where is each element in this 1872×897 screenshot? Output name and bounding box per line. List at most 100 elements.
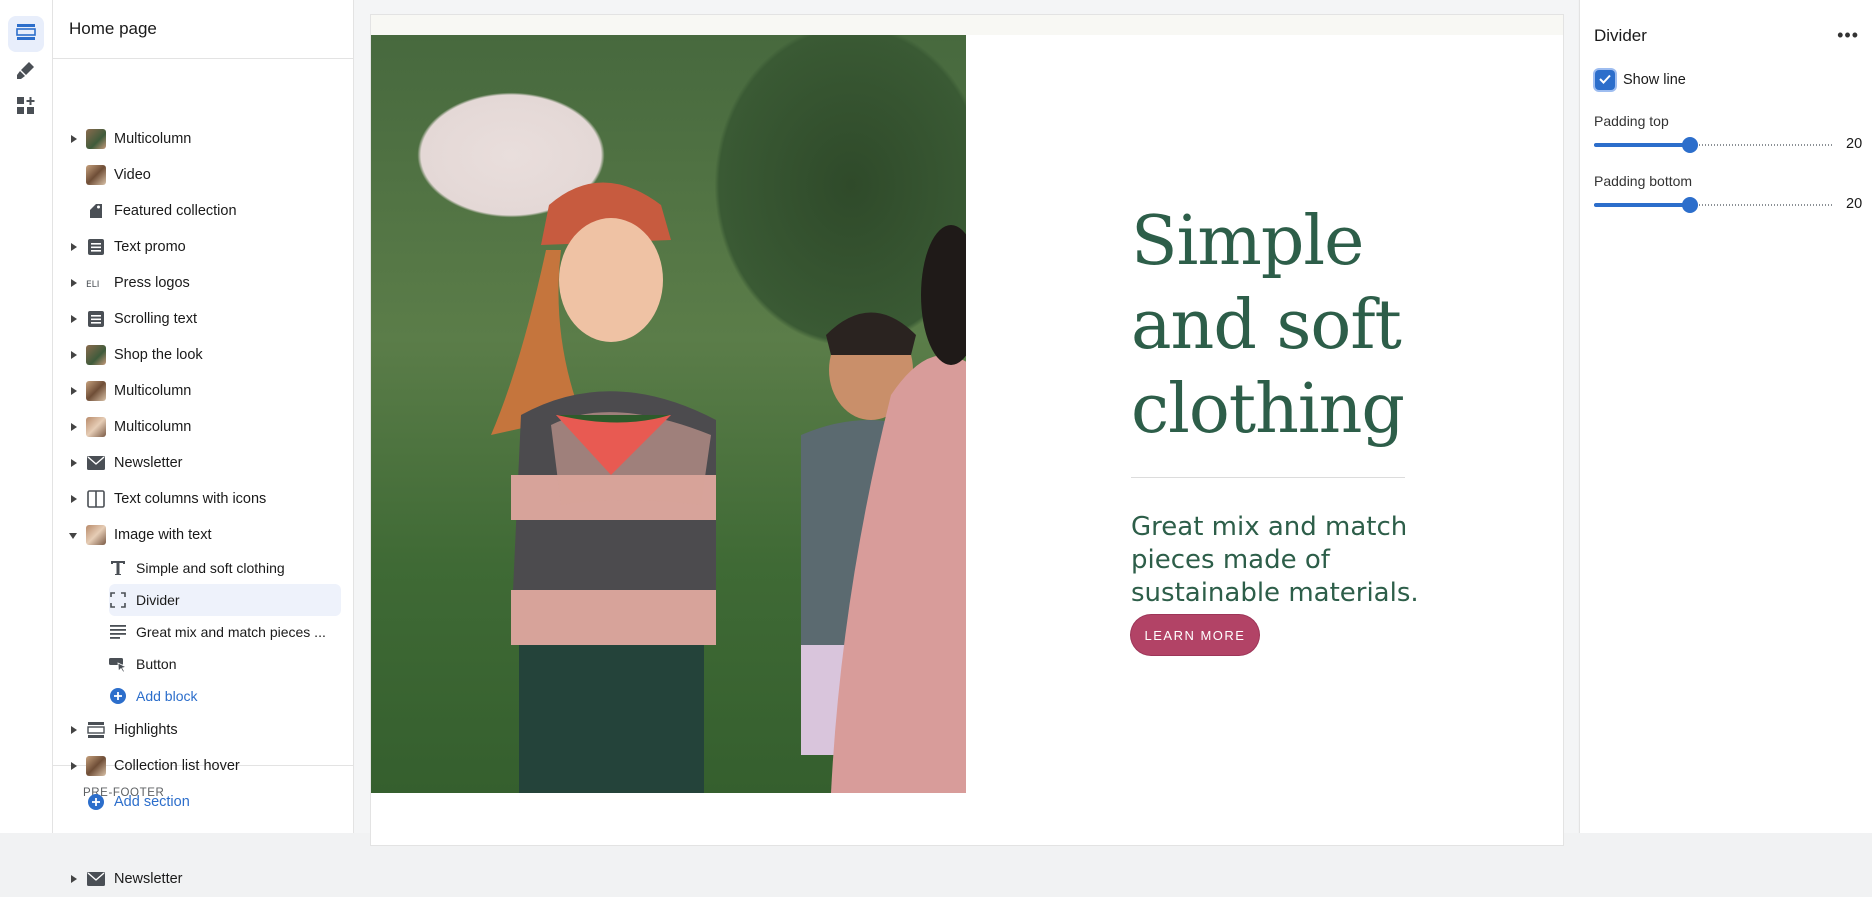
image-thumb-icon [86, 417, 106, 437]
preview-frame: Simple and soft clothing Great mix and m… [370, 14, 1564, 846]
children-illustration [491, 182, 966, 793]
hero-photo [371, 35, 966, 793]
image-thumb-icon [86, 345, 106, 365]
apps-button[interactable] [8, 90, 44, 126]
chevron-right-icon[interactable] [70, 458, 78, 468]
settings-title: Divider [1594, 26, 1647, 45]
padding-bottom-slider[interactable] [1594, 197, 1834, 213]
block-item[interactable]: Great mix and match pieces ... [53, 614, 353, 650]
theme-settings-button[interactable] [8, 54, 44, 90]
section-item[interactable]: Multicolumn [53, 373, 353, 409]
section-item-label: Multicolumn [114, 419, 192, 435]
chevron-right-icon[interactable] [70, 350, 78, 360]
envelope-icon [86, 453, 106, 473]
block-item-label: Great mix and match pieces ... [136, 624, 326, 640]
add-section-label: Add section [114, 794, 190, 810]
image-thumb-icon [86, 165, 106, 185]
add-block-label: Add block [136, 688, 198, 704]
section-item[interactable]: Scrolling text [53, 301, 353, 337]
columns-icon [86, 489, 106, 509]
section-item-label: Highlights [114, 722, 178, 738]
text-block-icon [86, 309, 106, 329]
image-thumb-icon [86, 129, 106, 149]
section-item[interactable]: Shop the look [53, 337, 353, 373]
padding-top-value: 20 [1846, 136, 1863, 152]
highlights-icon [86, 720, 106, 740]
block-item[interactable]: Simple and soft clothing [53, 550, 353, 586]
section-item-label: Newsletter [114, 455, 183, 471]
image-thumb-icon [86, 756, 106, 776]
section-item[interactable]: ELI Press logos [53, 265, 353, 301]
section-item[interactable]: Text promo [53, 229, 353, 265]
section-item-label: Press logos [114, 275, 190, 291]
section-item[interactable]: Multicolumn [53, 121, 353, 157]
padding-bottom-value: 20 [1846, 196, 1863, 212]
block-item[interactable]: Divider [53, 582, 353, 618]
preview-top-strip [371, 15, 1563, 35]
section-item[interactable]: Highlights [53, 712, 353, 748]
heading-icon [108, 558, 128, 578]
block-item[interactable]: Button [53, 646, 353, 682]
section-item-label: Text columns with icons [114, 491, 267, 507]
padding-bottom-slider-handle[interactable] [1682, 197, 1698, 213]
paintbrush-icon [16, 60, 36, 85]
section-item-label: Newsletter [114, 871, 183, 887]
checkmark-icon [1599, 71, 1611, 89]
image-thumb-icon [86, 381, 106, 401]
chevron-down-icon[interactable] [69, 530, 78, 540]
chevron-right-icon[interactable] [70, 422, 78, 432]
block-item-label: Simple and soft clothing [136, 560, 285, 576]
section-item-label: Collection list hover [114, 758, 240, 774]
panel-title: Home page [53, 0, 353, 59]
preview-divider[interactable] [1131, 477, 1405, 478]
button-icon [108, 654, 128, 674]
learn-more-button[interactable]: LEARN MORE [1131, 615, 1259, 655]
icon-rail [0, 0, 53, 833]
section-item-label: Shop the look [114, 347, 203, 363]
divider-icon [108, 590, 128, 610]
section-item-label: Image with text [114, 527, 212, 543]
chevron-right-icon[interactable] [70, 761, 78, 771]
show-line-checkbox[interactable] [1595, 70, 1615, 90]
chevron-right-icon[interactable] [70, 874, 78, 884]
block-item-label: Button [136, 656, 177, 672]
section-item[interactable]: Multicolumn [53, 409, 353, 445]
section-item-label: Featured collection [114, 203, 237, 219]
section-item[interactable]: Newsletter [53, 445, 353, 481]
chevron-right-icon[interactable] [70, 386, 78, 396]
show-line-label: Show line [1623, 72, 1686, 88]
chevron-right-icon[interactable] [70, 725, 78, 735]
text-block-icon [86, 237, 106, 257]
section-item-label: Multicolumn [114, 131, 192, 147]
chevron-right-icon[interactable] [70, 242, 78, 252]
image-text-paragraph[interactable]: Great mix and match pieces made of susta… [1131, 511, 1431, 610]
chevron-right-icon[interactable] [70, 494, 78, 504]
padding-top-slider-handle[interactable] [1682, 137, 1698, 153]
section-item[interactable]: Image with text [53, 517, 353, 553]
plus-circle-icon [86, 792, 106, 812]
svg-text:ELI: ELI [86, 280, 99, 289]
sections-panel: Home page Multicolumn Video Featured colle… [53, 0, 354, 887]
block-settings-panel: Divider ••• Show line Padding top 20 Pad… [1579, 0, 1872, 833]
chevron-right-icon[interactable] [70, 314, 78, 324]
image-text-heading[interactable]: Simple and soft clothing [1131, 200, 1421, 452]
section-item-label: Video [114, 167, 151, 183]
padding-top-label: Padding top [1594, 113, 1669, 129]
sections-nav-button[interactable] [8, 16, 44, 52]
section-item-label: Scrolling text [114, 311, 198, 327]
image-thumb-icon [86, 525, 106, 545]
chevron-right-icon[interactable] [70, 278, 78, 288]
padding-bottom-label: Padding bottom [1594, 173, 1693, 189]
section-item[interactable]: Video [53, 157, 353, 193]
padding-top-slider[interactable] [1594, 137, 1834, 153]
section-item[interactable]: Text columns with icons [53, 481, 353, 517]
logo-thumb-icon: ELI [86, 273, 106, 293]
add-block-button[interactable]: Add block [53, 678, 353, 714]
section-item-label: Multicolumn [114, 383, 192, 399]
section-item[interactable]: Featured collection [53, 193, 353, 229]
section-item[interactable]: Collection list hover [53, 748, 353, 784]
section-item[interactable]: Newsletter [53, 861, 353, 897]
chevron-right-icon[interactable] [70, 134, 78, 144]
more-horizontal-icon[interactable]: ••• [1837, 26, 1859, 44]
sections-icon [16, 23, 36, 46]
